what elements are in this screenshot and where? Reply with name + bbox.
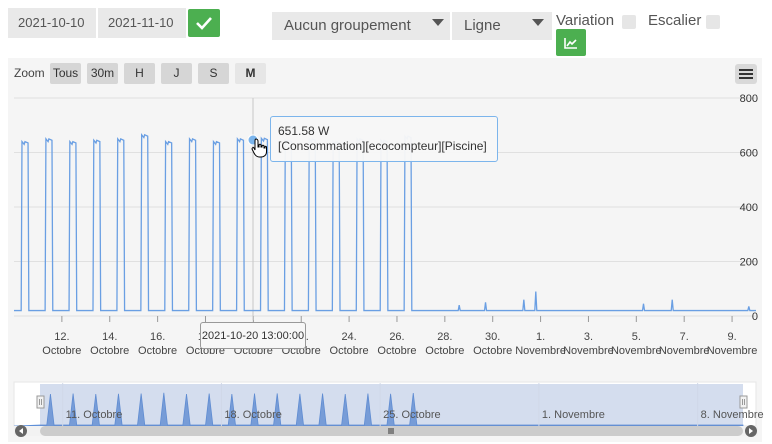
navigator-label: 8. Novembre: [701, 409, 764, 421]
navigator-label: 1. Novembre: [542, 409, 605, 421]
navigator-label: 11. Octobre: [66, 409, 123, 421]
navigator-handle-icon[interactable]: [36, 395, 45, 409]
navigator[interactable]: 11. Octobre 18. Octobre 25. Octobre 1. Nove…: [0, 0, 772, 444]
navigator-label: 25. Octobre: [383, 409, 440, 421]
scroll-left-icon[interactable]: [15, 425, 27, 437]
navigator-label: 18. Octobre: [224, 409, 281, 421]
navigator-handle-icon[interactable]: [739, 395, 748, 409]
scroll-right-icon[interactable]: [745, 425, 757, 437]
